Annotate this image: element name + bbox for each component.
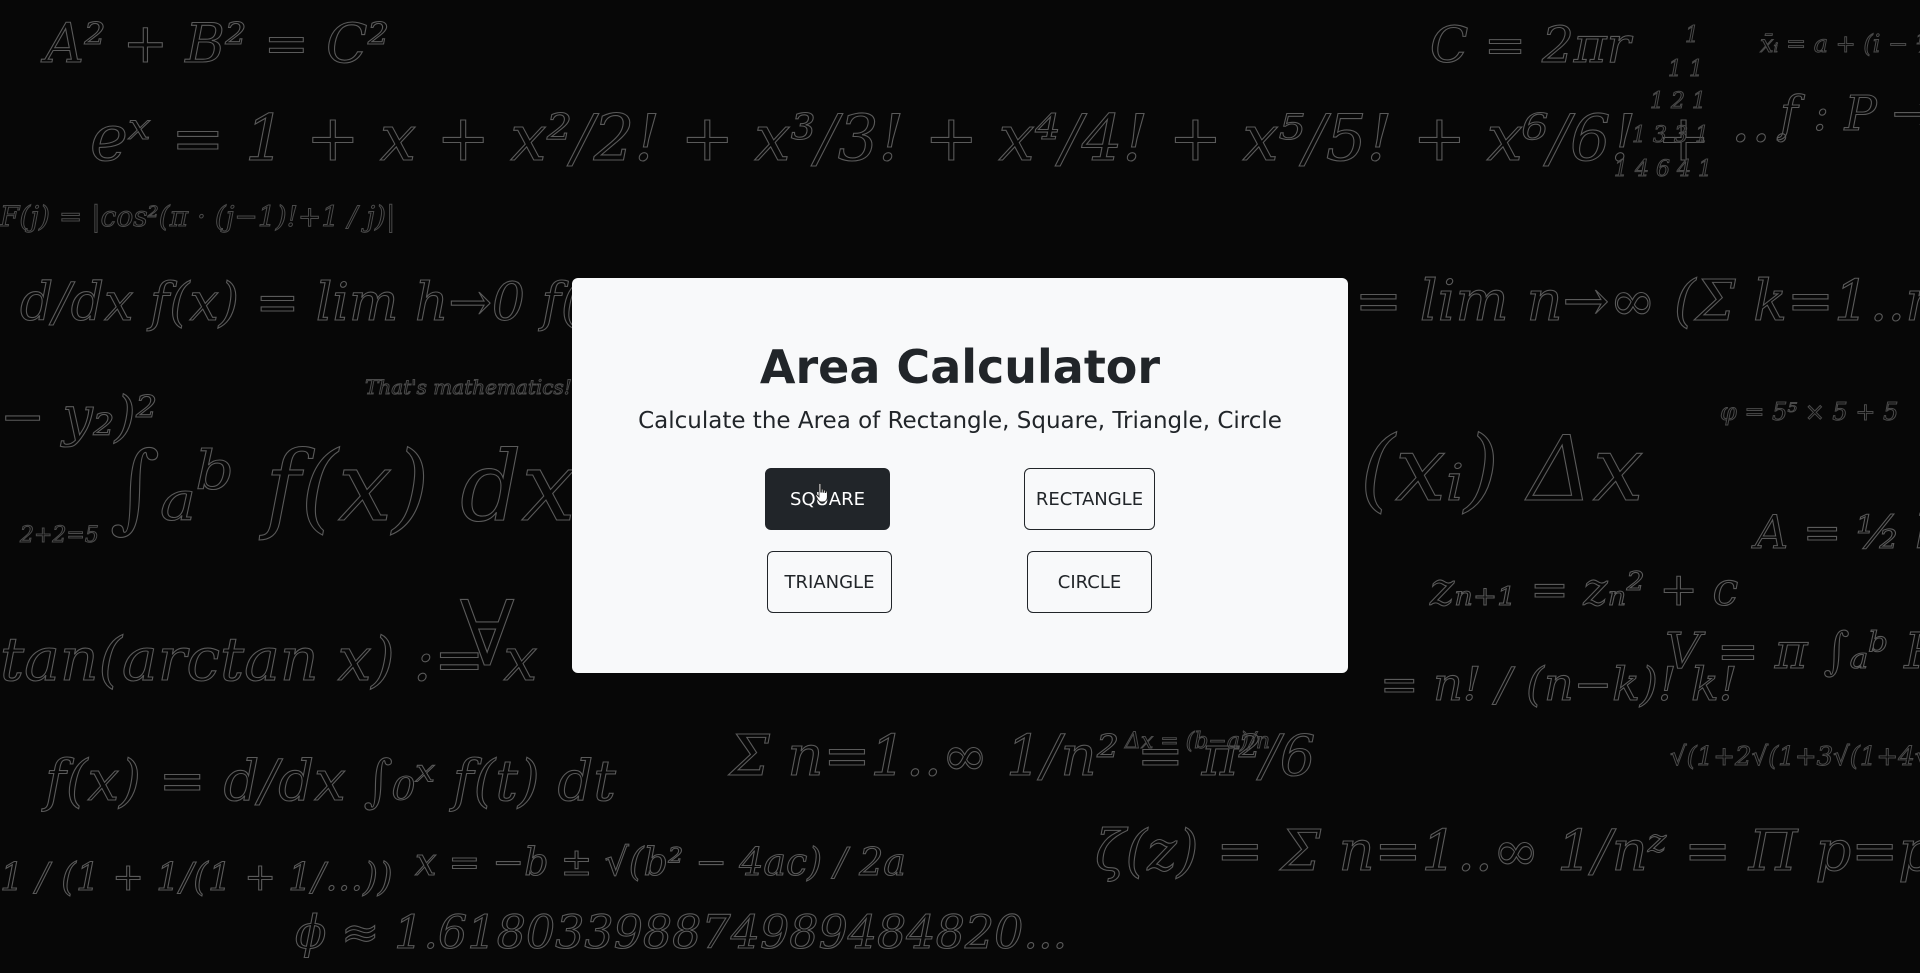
rectangle-button-label: RECTANGLE: [1035, 488, 1144, 510]
page-title: Area Calculator: [759, 340, 1161, 394]
formula-delta-x: Δx = (b−a)/n: [1124, 729, 1270, 754]
formula-pythagoras: A² + B² = C²: [40, 12, 389, 75]
formula-integral: ∫ₐᵇ f(x) dx: [110, 431, 576, 543]
rectangle-button[interactable]: RECTANGLE: [1024, 468, 1155, 530]
formula-prime-function: F(j) = |cos²(π · (j−1)!+1 / j)|: [0, 200, 395, 233]
square-button-label: SQUARE: [790, 488, 865, 510]
pascal-row-1: 1: [1685, 23, 1699, 48]
circle-button-label: CIRCLE: [1057, 571, 1122, 593]
formula-circumference: C = 2πr: [1430, 16, 1634, 74]
triangle-button-label: TRIANGLE: [784, 571, 875, 593]
formula-golden-ratio: ϕ ≈ 1.61803398874989484820...: [295, 905, 1067, 959]
formula-continued-fraction: 1 / (1 + 1/(1 + 1/…)): [0, 855, 393, 899]
formula-note: That's mathematics!: [365, 375, 572, 399]
formula-tan-arctan: tan(arctan x) := x: [0, 625, 537, 695]
formula-quadratic: x = −b ± √(b² − 4ac) / 2a: [415, 840, 906, 884]
formula-phi-expression: φ = 5⁵ × 5 + 5: [1720, 398, 1898, 426]
formula-forall: ∀: [460, 582, 514, 687]
formula-volume: V = π ∫ₐᵇ R²: [1665, 622, 1920, 680]
formula-mandelbrot: zₙ₊₁ = zₙ² + c: [1429, 562, 1738, 616]
page-subtitle: Calculate the Area of Rectangle, Square,…: [638, 408, 1282, 434]
formula-ramanujan: √(1+2√(1+3√(1+4√(1+: [1670, 742, 1920, 772]
formula-ftc: f(x) = d/dx ∫₀ˣ f(t) dt: [41, 749, 616, 814]
formula-zeta: ζ(z) = Σ n=1..∞ 1/nᶻ = Π p=primes 1/(1 −…: [1095, 819, 1920, 884]
formula-euler-gamma: = lim n→∞ (Σ k=1..n 1/k − ln n): [1355, 269, 1920, 334]
formula-joke: 2+2=5: [19, 523, 99, 548]
formula-triangle-area: A = ½ bh: [1751, 505, 1920, 559]
formula-function-map: f : P →: [1777, 86, 1920, 142]
formula-riemann-sum: (xᵢ) Δx: [1360, 417, 1643, 522]
pascal-row-5: 1 4 6 4 1: [1614, 157, 1712, 182]
pascal-row-2: 1 1: [1668, 57, 1703, 82]
triangle-button[interactable]: TRIANGLE: [767, 551, 892, 613]
circle-button[interactable]: CIRCLE: [1027, 551, 1152, 613]
area-calculator-card: Area Calculator Calculate the Area of Re…: [572, 278, 1348, 673]
square-button[interactable]: SQUARE: [765, 468, 890, 530]
formula-exp-series: eˣ = 1 + x + x²/2! + x³/3! + x⁴/4! + x⁵/…: [90, 102, 1792, 176]
pascal-row-4: 1 3 3 1: [1632, 123, 1709, 148]
formula-mean: x̄ᵢ = a + (i − ½: [1760, 30, 1920, 58]
pascal-row-3: 1 2 1: [1650, 89, 1706, 114]
